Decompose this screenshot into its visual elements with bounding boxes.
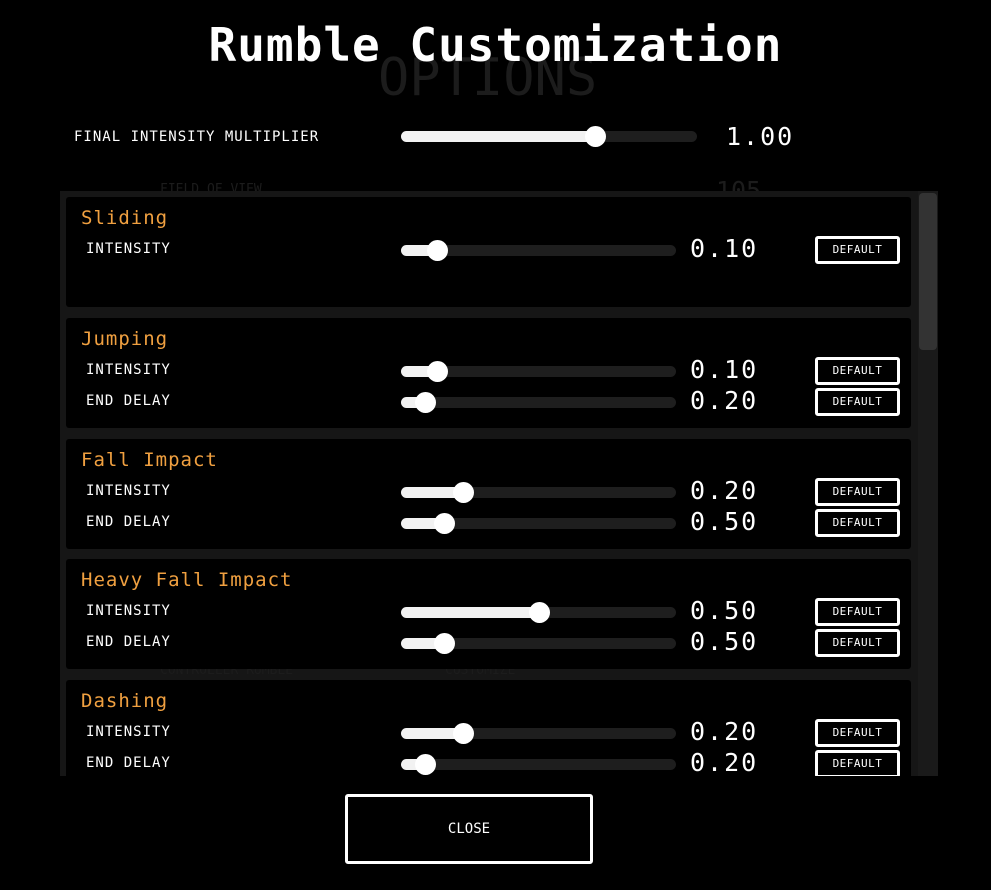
end-delay-default-button[interactable]: DEFAULT (815, 509, 900, 537)
page-title: Rumble Customization (208, 18, 783, 72)
intensity-slider[interactable] (401, 723, 676, 744)
end-delay-value: 0.50 (690, 507, 759, 536)
category-title: Jumping (81, 328, 169, 350)
intensity-label: INTENSITY (86, 362, 171, 378)
category-title: Heavy Fall Impact (81, 569, 293, 591)
rumble-card-fall-impact: Fall Impact INTENSITY 0.20 DEFAULT END DELAY… (66, 439, 911, 549)
intensity-default-button[interactable]: DEFAULT (815, 478, 900, 506)
intensity-value: 0.20 (690, 476, 759, 505)
final-intensity-label: FINAL INTENSITY MULTIPLIER (74, 129, 320, 145)
end-delay-value: 0.20 (690, 386, 759, 415)
slider-thumb[interactable] (452, 482, 474, 503)
intensity-slider[interactable] (401, 482, 676, 503)
end-delay-slider[interactable] (401, 513, 676, 534)
category-title: Sliding (81, 207, 169, 229)
scrollbar[interactable] (918, 191, 938, 776)
rumble-card-dashing: Dashing INTENSITY 0.20 DEFAULT END DELAY 0.20… (66, 680, 911, 776)
slider-thumb[interactable] (584, 126, 606, 147)
intensity-label: INTENSITY (86, 724, 171, 740)
slider-thumb[interactable] (452, 723, 474, 744)
end-delay-default-button[interactable]: DEFAULT (815, 629, 900, 657)
slider-thumb[interactable] (433, 633, 455, 654)
end-delay-slider[interactable] (401, 754, 676, 775)
final-intensity-slider[interactable] (401, 126, 697, 147)
slider-thumb[interactable] (427, 240, 449, 261)
intensity-value: 0.20 (690, 717, 759, 746)
end-delay-value: 0.20 (690, 748, 759, 776)
end-delay-value: 0.50 (690, 627, 759, 656)
slider-thumb[interactable] (414, 754, 436, 775)
end-delay-label: END DELAY (86, 634, 171, 650)
slider-thumb[interactable] (528, 602, 550, 623)
slider-thumb[interactable] (414, 392, 436, 413)
category-title: Fall Impact (81, 449, 218, 471)
intensity-default-button[interactable]: DEFAULT (815, 719, 900, 747)
intensity-default-button[interactable]: DEFAULT (815, 236, 900, 264)
slider-thumb[interactable] (433, 513, 455, 534)
intensity-slider[interactable] (401, 240, 676, 261)
intensity-value: 0.10 (690, 355, 759, 384)
end-delay-slider[interactable] (401, 392, 676, 413)
slider-thumb[interactable] (427, 361, 449, 382)
rumble-settings-scroll-panel[interactable]: CONTROLLER RUMBLE CUSTOMIZE Sliding INTEN… (60, 191, 938, 776)
rumble-card-sliding: Sliding INTENSITY 0.10 DEFAULT (66, 197, 911, 307)
end-delay-label: END DELAY (86, 514, 171, 530)
intensity-label: INTENSITY (86, 241, 171, 257)
scrollbar-thumb[interactable] (919, 193, 937, 350)
close-button[interactable]: CLOSE (345, 794, 593, 864)
intensity-label: INTENSITY (86, 603, 171, 619)
rumble-card-heavy-fall-impact: Heavy Fall Impact INTENSITY 0.50 DEFAULT END… (66, 559, 911, 669)
category-title: Dashing (81, 690, 169, 712)
intensity-default-button[interactable]: DEFAULT (815, 598, 900, 626)
intensity-value: 0.10 (690, 234, 759, 263)
intensity-value: 0.50 (690, 596, 759, 625)
slider-fill (401, 131, 595, 142)
end-delay-default-button[interactable]: DEFAULT (815, 388, 900, 416)
end-delay-slider[interactable] (401, 633, 676, 654)
intensity-slider[interactable] (401, 361, 676, 382)
rumble-card-jumping: Jumping INTENSITY 0.10 DEFAULT END DELAY 0.20… (66, 318, 911, 428)
intensity-slider[interactable] (401, 602, 676, 623)
intensity-label: INTENSITY (86, 483, 171, 499)
end-delay-label: END DELAY (86, 755, 171, 771)
final-intensity-value: 1.00 (726, 122, 795, 151)
end-delay-default-button[interactable]: DEFAULT (815, 750, 900, 776)
end-delay-label: END DELAY (86, 393, 171, 409)
intensity-default-button[interactable]: DEFAULT (815, 357, 900, 385)
slider-fill (401, 607, 539, 618)
